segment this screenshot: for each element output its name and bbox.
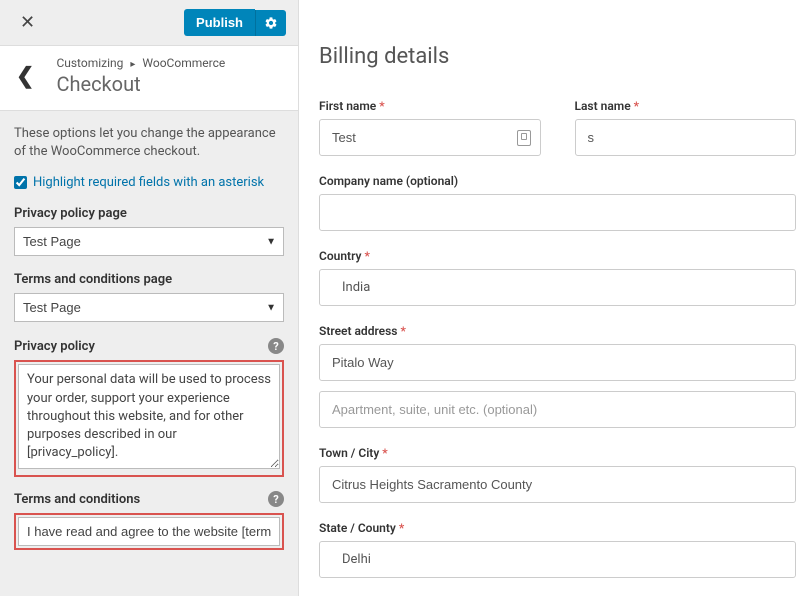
back-arrow-icon[interactable]: ❮ [12,58,46,95]
required-asterisk: * [399,521,404,535]
privacy-page-select[interactable]: Test Page [14,227,284,256]
help-icon[interactable]: ? [268,491,284,507]
country-label-text: Country [319,249,361,263]
privacy-page-select-wrap: Test Page ▼ [14,227,284,256]
street-address-input[interactable] [319,344,796,381]
terms-conditions-highlight [14,513,284,550]
required-asterisk: * [382,446,387,460]
state-label-text: State / County [319,521,396,535]
privacy-policy-highlight [14,360,284,477]
page-title: Checkout [56,72,225,96]
gear-icon [264,16,278,30]
first-name-wrap [319,119,541,156]
sidebar-header: ✕ Publish [0,0,298,46]
city-label-text: Town / City [319,446,379,460]
country-select[interactable]: India [319,269,796,306]
breadcrumb-path: Customizing ▸ WooCommerce [56,56,225,70]
state-label: State / County * [319,521,796,535]
privacy-page-label: Privacy policy page [14,206,284,221]
terms-page-label: Terms and conditions page [14,272,284,287]
last-name-col: Last name * [575,99,796,156]
name-row: First name * Last name * [319,99,796,156]
privacy-policy-label-text: Privacy policy [14,339,95,354]
company-label: Company name (optional) [319,174,796,188]
first-name-col: First name * [319,99,541,156]
state-group: State / County * Delhi [319,521,796,578]
sidebar-body: These options let you change the appeara… [0,111,298,596]
street-address-2-input[interactable] [319,391,796,428]
breadcrumb-parent: Customizing [56,56,123,70]
breadcrumb-section: WooCommerce [142,56,225,70]
first-name-label-text: First name [319,99,376,113]
required-asterisk: * [379,99,384,113]
chevron-right-icon: ▸ [130,59,135,70]
street-label: Street address * [319,324,796,338]
city-input[interactable] [319,466,796,503]
state-select[interactable]: Delhi [319,541,796,578]
privacy-policy-textarea[interactable] [18,364,280,469]
last-name-input[interactable] [575,119,796,156]
highlight-required-checkbox[interactable] [14,176,27,189]
highlight-required-label[interactable]: Highlight required fields with an asteri… [33,175,264,190]
terms-page-select[interactable]: Test Page [14,293,284,322]
first-name-label: First name * [319,99,541,113]
preview-pane: Billing details First name * Last name *… [299,0,796,596]
country-group: Country * India [319,249,796,306]
privacy-policy-label: Privacy policy ? [14,338,284,354]
section-description: These options let you change the appeara… [14,125,284,161]
city-label: Town / City * [319,446,796,460]
billing-details-heading: Billing details [319,44,796,69]
highlight-required-row: Highlight required fields with an asteri… [14,175,284,190]
terms-conditions-label: Terms and conditions ? [14,491,284,507]
terms-conditions-label-text: Terms and conditions [14,492,140,507]
required-asterisk: * [400,324,405,338]
contact-card-icon [517,130,531,146]
close-icon[interactable]: ✕ [12,8,43,37]
settings-gear-button[interactable] [255,10,286,36]
publish-button[interactable]: Publish [184,9,255,36]
required-asterisk: * [364,249,369,263]
company-group: Company name (optional) [319,174,796,231]
country-label: Country * [319,249,796,263]
last-name-label-text: Last name [575,99,631,113]
company-input[interactable] [319,194,796,231]
breadcrumb-content: Customizing ▸ WooCommerce Checkout [56,56,225,96]
terms-page-select-wrap: Test Page ▼ [14,293,284,322]
city-group: Town / City * [319,446,796,503]
publish-group: Publish [184,9,286,36]
street-group: Street address * [319,324,796,428]
help-icon[interactable]: ? [268,338,284,354]
terms-conditions-input[interactable] [18,517,280,546]
customizer-sidebar: ✕ Publish ❮ Customizing ▸ WooCommerce Ch… [0,0,299,596]
last-name-label: Last name * [575,99,796,113]
street-label-text: Street address [319,324,397,338]
first-name-input[interactable] [319,119,541,156]
required-asterisk: * [634,99,639,113]
breadcrumb: ❮ Customizing ▸ WooCommerce Checkout [0,46,298,111]
